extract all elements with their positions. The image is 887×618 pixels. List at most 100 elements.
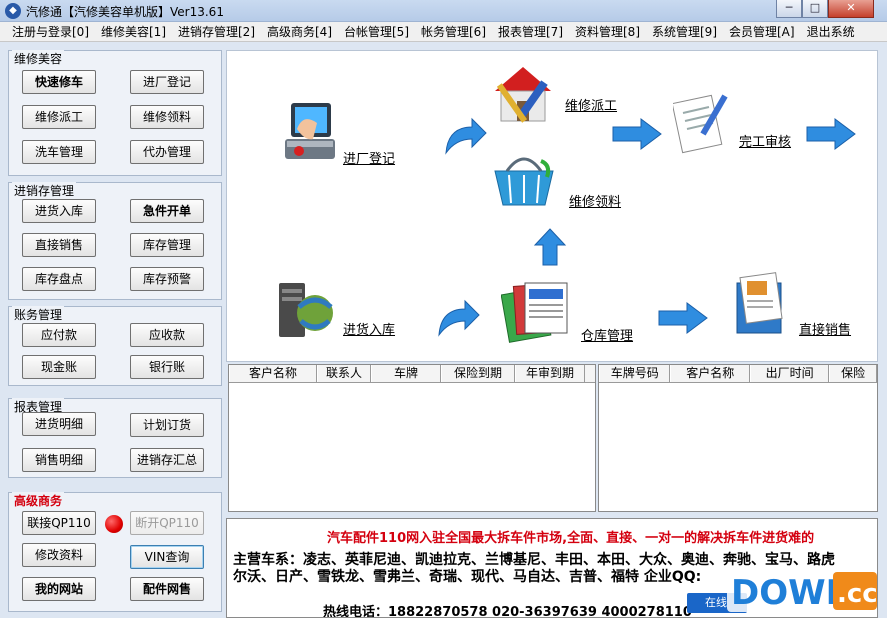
completion-review-node[interactable] [671,89,733,155]
column-header[interactable]: 年审到期 [515,365,585,382]
house-tools-icon [495,67,551,123]
menu-accounts[interactable]: 帐务管理[6] [415,23,492,40]
warehouse-link[interactable]: 仓库管理 [581,325,633,344]
entry-register-node[interactable] [277,99,347,169]
cash-account-button[interactable]: 现金账 [22,355,96,379]
title-bar: ◆ 汽修通【汽修美容单机版】Ver13.61 ─ □ ✕ [0,0,887,22]
menu-system[interactable]: 系统管理[9] [646,23,723,40]
down-cc-watermark: DOWN .cc [727,570,878,613]
stock-manage-button[interactable]: 库存管理 [130,233,204,257]
clipboard-pen-icon [671,94,728,154]
disconnect-qp110-button[interactable]: 断开QP110 [130,511,204,535]
entry-register-button[interactable]: 进厂登记 [130,70,204,94]
repair-dispatch-node[interactable] [489,61,559,133]
group-inventory: 进销存管理 进货入库 急件开单 直接销售 库存管理 库存盘点 库存预警 [8,182,222,300]
up-arrow-icon [533,228,567,266]
menu-bar: 注册与登录[0] 维修美容[1] 进销存管理[2] 高级商务[4] 台帐管理[5… [0,22,887,42]
connect-qp110-button[interactable]: 联接QP110 [22,511,96,535]
left-panel: 维修美容 快速修车 进厂登记 维修派工 维修领料 洗车管理 代办管理 进销存管理… [8,44,224,618]
table-header: 车牌号码 客户名称 出厂时间 保险 [599,365,877,383]
menu-ledger[interactable]: 台帐管理[5] [338,23,415,40]
repair-parts-button[interactable]: 维修领料 [130,105,204,129]
column-header[interactable]: 车牌 [371,365,441,382]
shopping-basket-icon [494,157,554,206]
column-header[interactable]: 出厂时间 [749,365,830,382]
warehouse-node[interactable] [500,275,577,347]
purchase-in-button[interactable]: 进货入库 [22,199,96,223]
plan-order-button[interactable]: 计划订货 [130,413,204,437]
column-header[interactable]: 客户名称 [670,365,750,382]
ad-hotline: 热线电话：18822870578 020-36397639 4000278110 [323,605,692,618]
direct-sale-node[interactable] [729,271,793,341]
window-title: 汽修通【汽修美容单机版】Ver13.61 [26,5,224,19]
repair-dispatch-link[interactable]: 维修派工 [565,95,617,114]
purchase-detail-button[interactable]: 进货明细 [22,412,96,436]
group-title-accounts: 账务管理 [12,306,65,323]
online-chat-label: 在线 [705,596,727,609]
group-reports: 报表管理 进货明细 计划订货 销售明细 进销存汇总 [8,398,222,478]
workflow-panel: 进厂登记 维修派工 完工审核 维修领料 进货入库 仓库管理 直接销售 [226,50,878,362]
folder-documents-icon [736,272,783,334]
stock-alert-button[interactable]: 库存预警 [130,267,204,291]
menu-members[interactable]: 会员管理[A] [723,23,801,40]
connection-status-icon [105,515,123,533]
group-business: 高级商务 联接QP110 断开QP110 修改资料 VIN查询 我的网站 配件网… [8,492,222,612]
maximize-button[interactable]: □ [802,0,828,18]
column-header[interactable]: 车牌号码 [599,365,671,382]
direct-sale-link[interactable]: 直接销售 [799,319,851,338]
menu-repair[interactable]: 维修美容[1] [95,23,172,40]
urgent-order-button[interactable]: 急件开单 [130,199,204,223]
menu-exit[interactable]: 退出系统 [801,23,861,40]
vehicle-table: 车牌号码 客户名称 出厂时间 保险 [598,364,878,512]
parts-online-sale-button[interactable]: 配件网售 [130,577,204,601]
right-arrow-icon [612,118,662,150]
customer-insurance-table: 客户名称 联系人 车牌 保险到期 年审到期 [228,364,596,512]
column-header[interactable]: 联系人 [317,365,371,382]
car-wash-button[interactable]: 洗车管理 [22,140,96,164]
menu-inventory[interactable]: 进销存管理[2] [172,23,261,40]
group-title-business: 高级商务 [12,492,65,509]
column-header[interactable]: 客户名称 [229,365,317,382]
group-title-repair: 维修美容 [12,50,65,67]
ad-headline[interactable]: 汽车配件110网入驻全国最大拆车件市场,全面、直接、一对一的解决拆车件进货难的 [327,527,814,546]
document-stack-icon [500,282,568,343]
group-repair: 维修美容 快速修车 进厂登记 维修派工 维修领料 洗车管理 代办管理 [8,50,222,176]
close-button[interactable]: ✕ [828,0,874,18]
entry-terminal-icon [285,103,335,159]
stock-count-button[interactable]: 库存盘点 [22,267,96,291]
repair-dispatch-button[interactable]: 维修派工 [22,105,96,129]
receivable-button[interactable]: 应收款 [130,323,204,347]
inventory-summary-button[interactable]: 进销存汇总 [130,448,204,472]
column-header[interactable]: 保险到期 [441,365,515,382]
menu-register[interactable]: 注册与登录[0] [6,23,95,40]
column-header[interactable]: 保险 [829,365,877,382]
repair-parts-node[interactable] [489,147,559,213]
curved-arrow-icon [438,299,480,337]
svg-text:.cc: .cc [837,579,878,609]
vin-query-button[interactable]: VIN查询 [130,545,204,569]
sales-detail-button[interactable]: 销售明细 [22,448,96,472]
completion-review-link[interactable]: 完工审核 [739,131,791,150]
quick-repair-button[interactable]: 快速修车 [22,70,96,94]
menu-data[interactable]: 资料管理[8] [569,23,646,40]
right-arrow-icon [658,302,708,334]
purchase-in-node[interactable] [273,277,343,347]
group-accounts: 账务管理 应付款 应收款 现金账 银行账 [8,306,222,386]
repair-parts-link[interactable]: 维修领料 [569,191,621,210]
purchase-in-link[interactable]: 进货入库 [343,319,395,338]
menu-reports[interactable]: 报表管理[7] [492,23,569,40]
curved-arrow-icon [445,117,487,155]
minimize-button[interactable]: ─ [776,0,802,18]
group-title-inventory: 进销存管理 [12,182,77,199]
right-arrow-icon [806,118,856,150]
my-website-button[interactable]: 我的网站 [22,577,96,601]
menu-business[interactable]: 高级商务[4] [261,23,338,40]
agency-button[interactable]: 代办管理 [130,140,204,164]
bank-account-button[interactable]: 银行账 [130,355,204,379]
edit-profile-button[interactable]: 修改资料 [22,543,96,567]
payable-button[interactable]: 应付款 [22,323,96,347]
table-header: 客户名称 联系人 车牌 保险到期 年审到期 [229,365,595,383]
app-logo-icon: ◆ [5,3,21,19]
entry-register-link[interactable]: 进厂登记 [343,148,395,167]
direct-sale-button[interactable]: 直接销售 [22,233,96,257]
